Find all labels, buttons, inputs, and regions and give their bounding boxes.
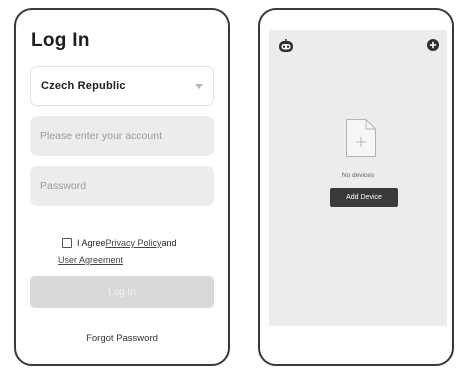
login-phone-frame: Log In Czech Republic I Agree Privacy Po… xyxy=(14,8,230,366)
agreement-row: I Agree Privacy Policy and xyxy=(62,238,177,248)
user-agreement-link[interactable]: User Agreement xyxy=(58,255,123,265)
and-label: and xyxy=(161,238,177,248)
devices-phone-frame: No devices Add Device xyxy=(258,8,454,366)
bot-icon[interactable] xyxy=(278,39,294,53)
page-title: Log In xyxy=(31,30,90,51)
agree-label: I Agree xyxy=(77,238,106,248)
plus-circle-icon[interactable] xyxy=(427,39,439,51)
country-select[interactable]: Czech Republic xyxy=(30,66,214,106)
add-device-button[interactable]: Add Device xyxy=(330,188,398,207)
screenshot-canvas: Log In Czech Republic I Agree Privacy Po… xyxy=(0,0,456,368)
user-agreement-row: User Agreement xyxy=(58,255,123,265)
empty-state-text: No devices xyxy=(341,172,375,179)
country-select-value: Czech Republic xyxy=(41,80,126,92)
device-list-area: No devices Add Device xyxy=(269,30,447,326)
forgot-password-link[interactable]: Forgot Password xyxy=(16,333,228,344)
privacy-policy-link[interactable]: Privacy Policy xyxy=(106,238,162,248)
login-button[interactable]: Log In xyxy=(30,276,214,308)
agree-checkbox[interactable] xyxy=(62,238,72,248)
document-plus-icon xyxy=(346,119,376,157)
account-input[interactable] xyxy=(30,116,214,156)
chevron-down-icon xyxy=(195,83,203,89)
password-input[interactable] xyxy=(30,166,214,206)
